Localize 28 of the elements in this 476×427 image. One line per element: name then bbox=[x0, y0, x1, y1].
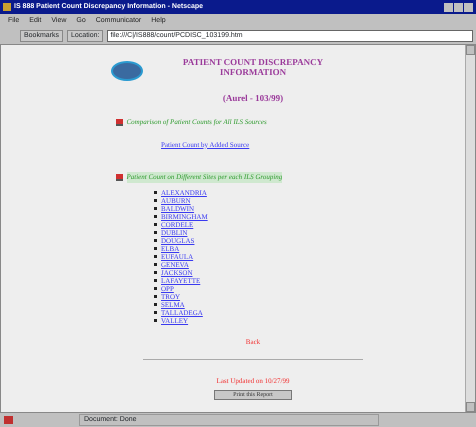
list-bullet-icon bbox=[154, 231, 157, 234]
maximize-button[interactable] bbox=[454, 2, 463, 12]
list-bullet-icon bbox=[154, 303, 157, 306]
list-bullet-icon bbox=[154, 239, 157, 242]
page-heading: PATIENT COUNT DISCREPANCY bbox=[182, 57, 324, 67]
close-button[interactable] bbox=[464, 2, 473, 12]
logo-icon bbox=[111, 61, 143, 81]
list-bullet-icon bbox=[154, 271, 157, 274]
list-bullet-icon bbox=[154, 279, 157, 282]
list-bullet-icon bbox=[154, 319, 157, 322]
security-icon bbox=[4, 416, 13, 424]
bullet-icon bbox=[116, 118, 123, 126]
list-bullet-icon bbox=[154, 255, 157, 258]
list-bullet-icon bbox=[154, 295, 157, 298]
list-bullet-icon bbox=[154, 263, 157, 266]
page-subheading: (Aurel - 103/99) bbox=[222, 93, 284, 103]
list-bullet-icon bbox=[154, 287, 157, 290]
app-icon bbox=[3, 3, 11, 11]
page-heading: INFORMATION bbox=[218, 67, 288, 77]
list-bullet-icon bbox=[154, 223, 157, 226]
minimize-button[interactable] bbox=[444, 2, 453, 12]
list-bullet-icon bbox=[154, 207, 157, 210]
list-bullet-icon bbox=[154, 191, 157, 194]
list-bullet-icon bbox=[154, 199, 157, 202]
list-bullet-icon bbox=[154, 311, 157, 314]
bullet-icon bbox=[116, 174, 123, 181]
list-bullet-icon bbox=[154, 215, 157, 218]
list-bullet-icon bbox=[154, 247, 157, 250]
